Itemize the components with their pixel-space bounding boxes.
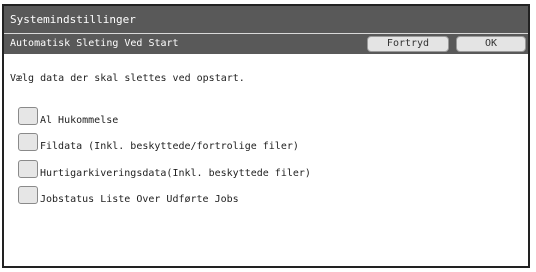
- file-data-label: Fildata (Inkl. beskyttede/fortrolige fil…: [40, 141, 299, 152]
- settings-panel: Systemindstillinger Automatisk Sleting V…: [2, 4, 530, 268]
- option-all-memory[interactable]: Al Hukommelse: [18, 107, 518, 127]
- option-job-status-list[interactable]: Jobstatus Liste Over Udførte Jobs: [18, 186, 518, 206]
- window-title: Systemindstillinger: [4, 6, 528, 34]
- all-memory-label: Al Hukommelse: [40, 115, 119, 126]
- job-status-list-label: Jobstatus Liste Over Udførte Jobs: [40, 194, 239, 205]
- instruction-text: Vælg data der skal slettes ved opstart.: [10, 73, 245, 84]
- all-memory-checkbox[interactable]: [18, 107, 38, 125]
- page-title: Automatisk Sleting Ved Start: [10, 38, 179, 49]
- quick-file-data-label: Hurtigarkiveringsdata(Inkl. beskyttede f…: [40, 168, 311, 179]
- option-file-data[interactable]: Fildata (Inkl. beskyttede/fortrolige fil…: [18, 133, 518, 153]
- option-quick-file-data[interactable]: Hurtigarkiveringsdata(Inkl. beskyttede f…: [18, 160, 518, 180]
- job-status-list-checkbox[interactable]: [18, 186, 38, 204]
- ok-button[interactable]: OK: [456, 36, 526, 52]
- page-header: Automatisk Sleting Ved Start Fortryd OK: [4, 34, 528, 54]
- cancel-button[interactable]: Fortryd: [367, 36, 449, 52]
- file-data-checkbox[interactable]: [18, 133, 38, 151]
- quick-file-data-checkbox[interactable]: [18, 160, 38, 178]
